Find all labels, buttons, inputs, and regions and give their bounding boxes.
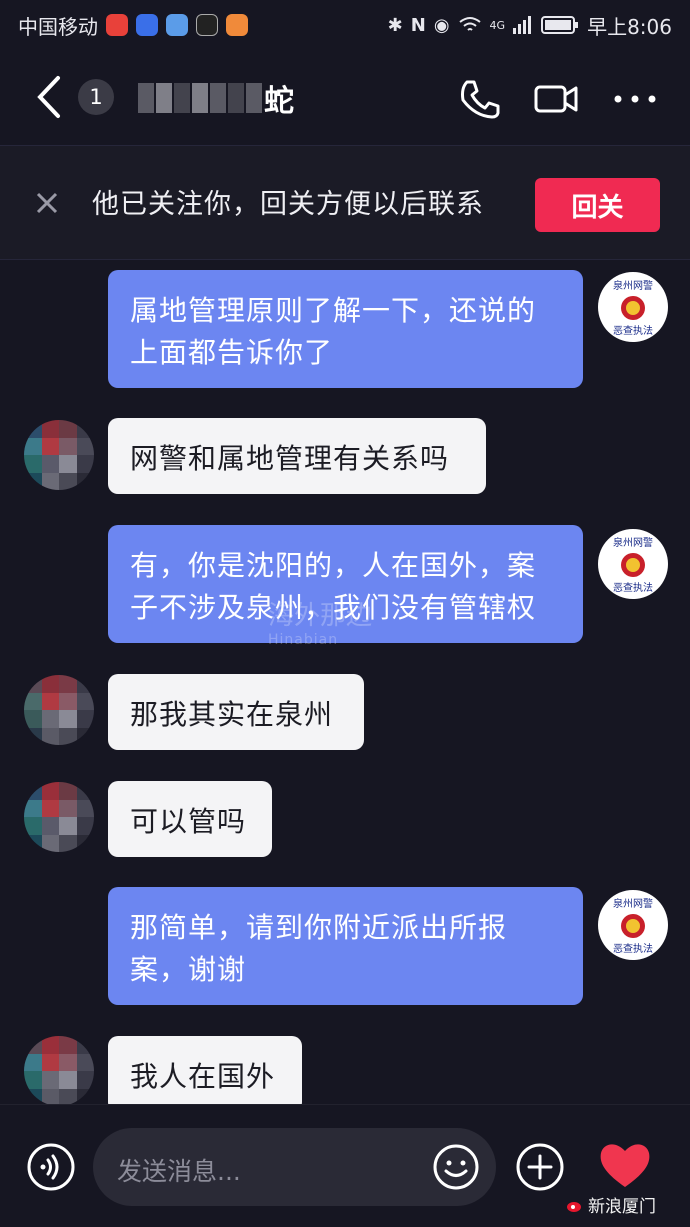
heart-icon[interactable] (597, 1139, 653, 1191)
status-bar: 中国移动 ✱ N ◉ 4G 早上8:06 (0, 0, 690, 50)
plus-icon[interactable] (515, 1142, 565, 1192)
weibo-icon (567, 1201, 581, 1212)
message-line: 那我其实在泉州 (130, 698, 334, 731)
police-avatar[interactable]: 泉州网警 恶查执法 (598, 529, 668, 599)
blurred-name (138, 83, 262, 113)
contact-avatar[interactable] (24, 782, 94, 852)
follow-back-button[interactable]: 回关 (535, 178, 660, 232)
watermark: 海外那边 Hinabian (268, 595, 372, 648)
more-icon[interactable] (612, 76, 658, 122)
message-bubble-other[interactable]: 网警和属地管理有关系吗 (108, 418, 486, 494)
police-avatar[interactable]: 泉州网警 恶查执法 (598, 272, 668, 342)
message-line: 案，谢谢 (130, 953, 247, 986)
message-line: 那简单，请到你附近派出所报 (130, 911, 508, 944)
nfc-icon: N (410, 14, 426, 36)
follow-banner: 他已关注你，回关方便以后联系 回关 (0, 145, 690, 260)
message-line: 有，你是沈阳的，人在国外，案 (130, 549, 537, 582)
time-label: 早上8:06 (587, 14, 672, 39)
contact-name[interactable]: 蛇 (138, 76, 294, 120)
svg-text:泉州网警: 泉州网警 (613, 536, 653, 549)
voice-icon[interactable] (26, 1142, 76, 1192)
eye-icon: ◉ (433, 14, 450, 36)
phone-icon[interactable] (457, 76, 503, 122)
baidu-icon (136, 14, 158, 36)
message-bubble-other[interactable]: 可以管吗 (108, 781, 272, 857)
video-icon (226, 14, 248, 36)
video-call-icon[interactable] (533, 76, 579, 122)
capcut-icon (196, 14, 218, 36)
contact-name-text: 蛇 (264, 84, 294, 119)
contact-avatar[interactable] (24, 675, 94, 745)
svg-text:泉州网警: 泉州网警 (613, 897, 653, 910)
bluetooth-icon: ✱ (387, 14, 403, 36)
contact-avatar[interactable] (24, 420, 94, 490)
message-bubble-other[interactable]: 我人在国外 (108, 1036, 302, 1104)
police-badge-icon: 泉州网警 恶查执法 (613, 279, 653, 337)
message-line: 属地管理原则了解一下，还说的 (130, 294, 537, 327)
battery-icon (541, 16, 579, 34)
police-badge-icon: 泉州网警 恶查执法 (613, 536, 653, 594)
svg-text:泉州网警: 泉州网警 (613, 279, 653, 292)
unread-badge: 1 (78, 79, 114, 115)
message-list[interactable]: 属地管理原则了解一下，还说的 上面都告诉你了 泉州网警 恶查执法 网警和属地管理… (0, 262, 690, 1104)
message-line: 我人在国外 (130, 1060, 276, 1093)
watermark-sub: Hinabian (268, 632, 339, 648)
emoji-icon[interactable] (431, 1142, 481, 1192)
close-icon[interactable] (34, 190, 60, 216)
back-chevron-icon[interactable] (30, 72, 70, 122)
message-line: 可以管吗 (130, 805, 247, 838)
svg-text:恶查执法: 恶查执法 (613, 581, 653, 594)
message-line: 上面都告诉你了 (130, 336, 334, 369)
source-watermark-text: 新浪厦门 (588, 1197, 656, 1217)
message-bubble-me[interactable]: 那简单，请到你附近派出所报 案，谢谢 (108, 887, 583, 1005)
watermark-text: 海外那边 (268, 601, 373, 631)
message-input[interactable]: 发送消息... (93, 1128, 496, 1206)
police-badge-icon: 泉州网警 恶查执法 (613, 897, 653, 955)
message-input-placeholder: 发送消息... (117, 1157, 241, 1186)
network-label: 4G (489, 18, 506, 32)
contact-avatar[interactable] (24, 1036, 94, 1104)
browser-icon (166, 14, 188, 36)
chat-header: 1 蛇 (0, 50, 690, 145)
message-bubble-me[interactable]: 属地管理原则了解一下，还说的 上面都告诉你了 (108, 270, 583, 388)
weibo-icon (106, 14, 128, 36)
police-avatar[interactable]: 泉州网警 恶查执法 (598, 890, 668, 960)
carrier-label: 中国移动 (18, 14, 98, 39)
source-watermark: 新浪厦门 (566, 1192, 656, 1217)
wifi-icon (458, 17, 481, 31)
svg-text:恶查执法: 恶查执法 (613, 324, 653, 337)
message-bubble-other[interactable]: 那我其实在泉州 (108, 674, 364, 750)
follow-banner-text: 他已关注你，回关方便以后联系 (92, 189, 484, 220)
signal-icon (513, 16, 532, 34)
message-line: 网警和属地管理有关系吗 (130, 442, 450, 475)
svg-text:恶查执法: 恶查执法 (613, 942, 653, 955)
